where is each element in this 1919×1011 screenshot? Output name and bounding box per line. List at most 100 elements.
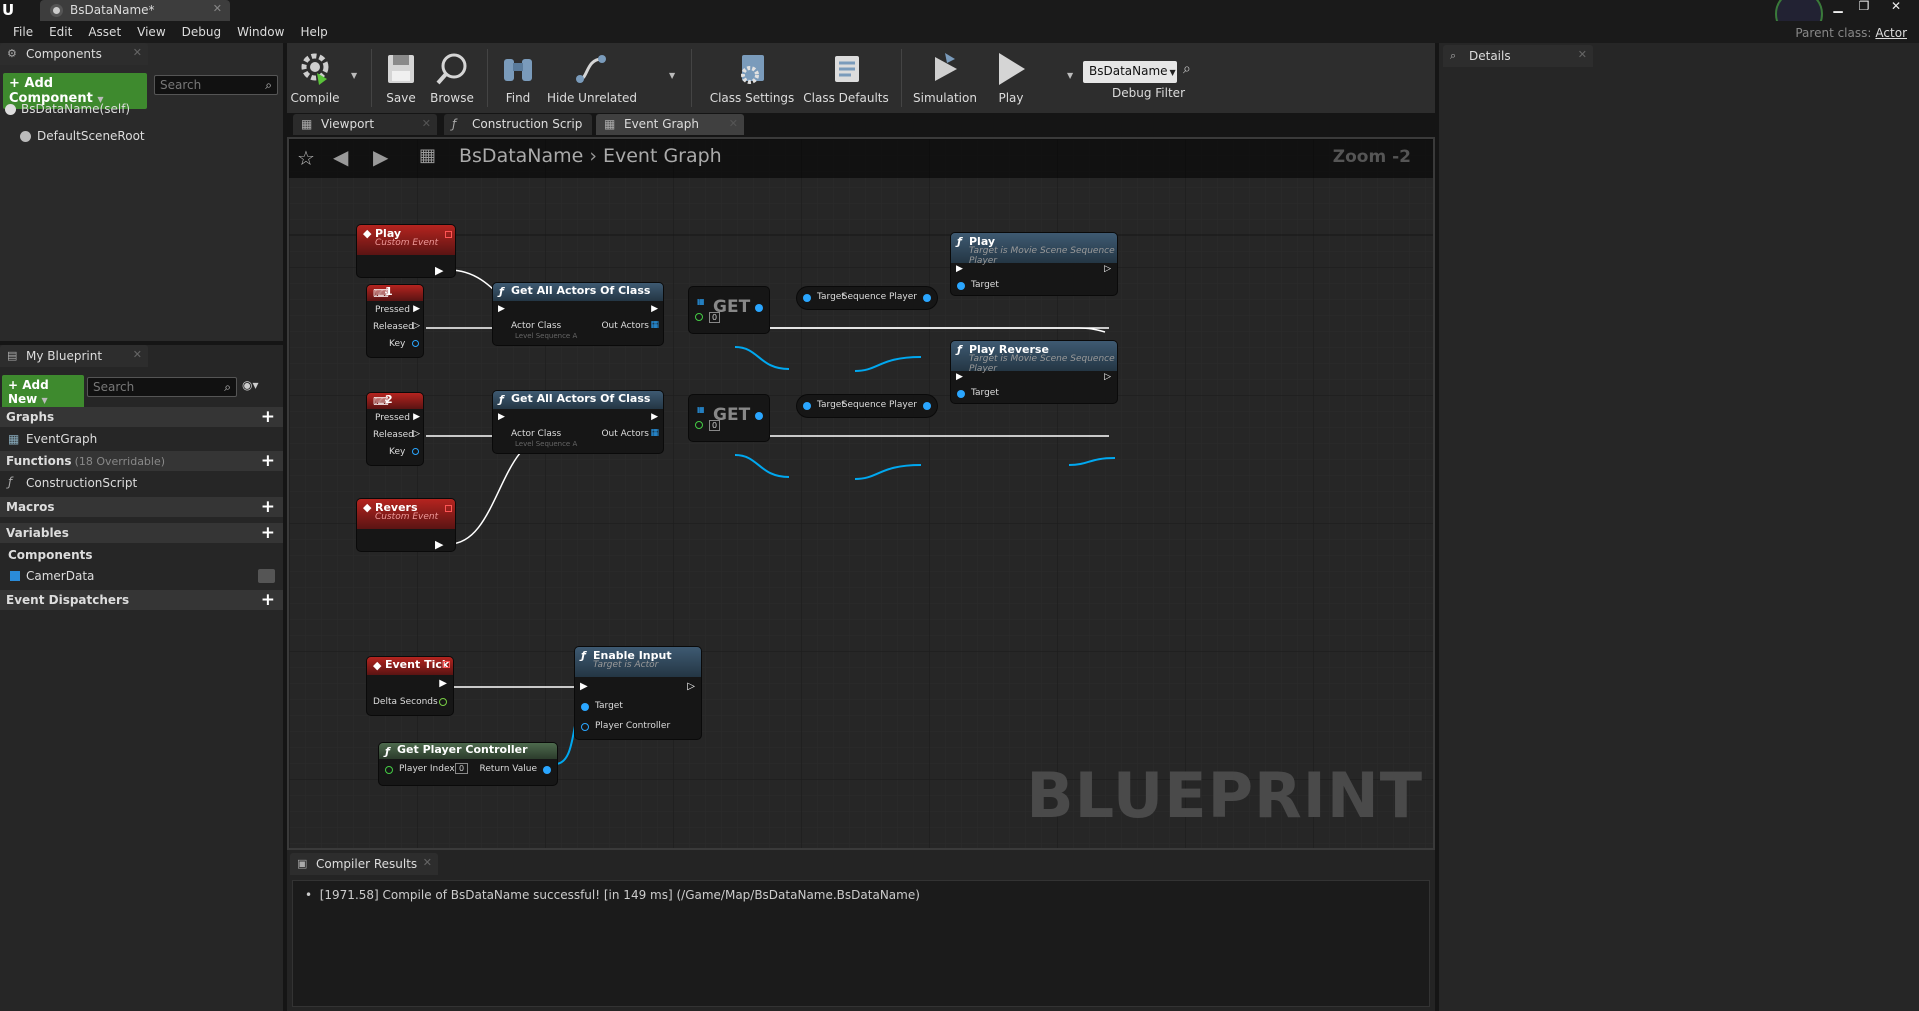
- pin-target[interactable]: Target: [817, 292, 845, 302]
- menu-help[interactable]: Help: [293, 21, 336, 43]
- array-pin-icon[interactable]: ▦: [650, 428, 659, 438]
- tab-construction-script[interactable]: ƒ Construction Scrip: [444, 114, 592, 135]
- browse-button[interactable]: Browse: [425, 43, 479, 113]
- node-key-1[interactable]: ⌨ 1 Pressed Released Key ▶ ▷: [367, 285, 423, 357]
- exec-out-pin[interactable]: ▷: [413, 321, 420, 331]
- exec-out-pin[interactable]: ▷: [1104, 372, 1111, 382]
- node-play-custom-event[interactable]: ◆ Play Custom Event ▶: [357, 225, 455, 277]
- section-variables[interactable]: Variables +: [0, 523, 283, 543]
- pin-player-controller[interactable]: Player Controller: [595, 721, 670, 731]
- compile-button[interactable]: Compile: [289, 43, 341, 113]
- graph-item-eventgraph[interactable]: ▦ EventGraph: [0, 429, 283, 449]
- index-input[interactable]: 0: [709, 420, 721, 431]
- play-button[interactable]: Play: [987, 43, 1035, 113]
- close-icon[interactable]: ✕: [729, 117, 738, 130]
- event-graph-canvas[interactable]: ☆ ◀ ▶ ▦ BsDataName › Event Graph Zoom -2 B…: [287, 137, 1435, 850]
- exec-out-pin[interactable]: ▷: [1104, 264, 1111, 274]
- pin-key[interactable]: Key: [389, 339, 405, 349]
- sequence-player-pin-icon[interactable]: [923, 402, 931, 410]
- close-icon[interactable]: ✕: [1578, 48, 1587, 61]
- node-get-sequence-player-2[interactable]: Target Sequence Player: [797, 395, 937, 417]
- pin-pressed[interactable]: Pressed: [375, 305, 410, 315]
- exec-in-pin[interactable]: ▶: [956, 264, 963, 274]
- pin-target[interactable]: Target: [595, 701, 623, 711]
- target-pin-icon[interactable]: [581, 703, 589, 711]
- node-revers-custom-event[interactable]: ◆ Revers Custom Event ▶: [357, 499, 455, 551]
- player-controller-pin-icon[interactable]: [581, 723, 589, 731]
- pin-target[interactable]: Target: [971, 280, 999, 290]
- pin-sequence-player[interactable]: Sequence Player: [842, 292, 917, 302]
- pin-target[interactable]: Target: [971, 388, 999, 398]
- exec-out-pin[interactable]: ▶: [439, 678, 447, 689]
- array-pin-icon[interactable]: ▦: [697, 405, 705, 414]
- exec-out-pin[interactable]: ▶: [651, 412, 658, 422]
- target-pin-icon[interactable]: [957, 282, 965, 290]
- components-search-input[interactable]: Search ⌕: [154, 75, 278, 95]
- add-variable-icon[interactable]: +: [261, 523, 275, 543]
- target-pin-icon[interactable]: [803, 294, 811, 302]
- index-pin-icon[interactable]: [695, 313, 703, 321]
- node-get-player-controller[interactable]: ƒ Get Player Controller Player Index 0 Re…: [379, 743, 557, 785]
- my-blueprint-tab[interactable]: ▤ My Blueprint ✕: [0, 345, 148, 367]
- eye-filter-icon[interactable]: ◉▾: [242, 378, 259, 392]
- compile-options-chevron-icon[interactable]: ▼: [351, 71, 357, 80]
- simulation-button[interactable]: Simulation: [909, 43, 981, 113]
- pin-released[interactable]: Released: [373, 322, 414, 332]
- variable-item-camerdata[interactable]: CamerData: [0, 566, 283, 586]
- menu-view[interactable]: View: [130, 21, 174, 43]
- save-button[interactable]: Save: [381, 43, 421, 113]
- exec-in-pin[interactable]: ▶: [580, 681, 588, 692]
- int-pin-icon[interactable]: [385, 766, 393, 774]
- details-tab[interactable]: ⌕ Details ✕: [1443, 45, 1593, 67]
- exec-in-pin[interactable]: ▶: [956, 372, 963, 382]
- add-graph-icon[interactable]: +: [261, 407, 275, 427]
- close-icon[interactable]: ✕: [213, 2, 222, 15]
- sequence-player-pin-icon[interactable]: [923, 294, 931, 302]
- pin-target[interactable]: Target: [817, 400, 845, 410]
- close-window-icon[interactable]: ✕: [1884, 0, 1908, 14]
- close-icon[interactable]: ✕: [422, 117, 431, 130]
- node-play-function[interactable]: ƒ Play Target is Movie Scene Sequence Play…: [951, 233, 1117, 295]
- tree-item-default-scene-root[interactable]: DefaultSceneRoot: [16, 126, 283, 147]
- variables-components-category[interactable]: Components: [0, 545, 283, 565]
- exec-out-pin[interactable]: ▶: [413, 304, 420, 314]
- index-pin-icon[interactable]: [695, 421, 703, 429]
- class-defaults-button[interactable]: Class Defaults: [801, 43, 891, 113]
- node-get-sequence-player-1[interactable]: Target Sequence Player: [797, 287, 937, 309]
- pin-return-value[interactable]: Return Value: [480, 764, 537, 774]
- pin-sequence-player[interactable]: Sequence Player: [842, 400, 917, 410]
- close-icon[interactable]: ✕: [133, 46, 142, 59]
- exec-out-pin[interactable]: ▶: [651, 304, 658, 314]
- menu-edit[interactable]: Edit: [42, 21, 81, 43]
- actor-class-select[interactable]: Level Sequence A: [515, 332, 577, 340]
- player-index-input[interactable]: 0: [455, 763, 469, 774]
- exec-in-pin[interactable]: ▶: [498, 412, 505, 422]
- node-get-array-2[interactable]: GET ▦ 0: [689, 395, 769, 441]
- exec-out-pin[interactable]: ▷: [413, 429, 420, 439]
- pin-delta-seconds[interactable]: Delta Seconds: [373, 697, 438, 707]
- compiler-results-tab[interactable]: ▣ Compiler Results ✕: [290, 853, 438, 875]
- hide-unrelated-button[interactable]: Hide Unrelated: [545, 43, 639, 113]
- pin-out-actors[interactable]: Out Actors: [601, 321, 649, 331]
- item-out-pin[interactable]: [755, 304, 763, 312]
- exec-out-pin[interactable]: ▷: [687, 681, 695, 692]
- document-tab[interactable]: BsDataName* ✕: [40, 0, 230, 21]
- pin-released[interactable]: Released: [373, 430, 414, 440]
- return-pin-icon[interactable]: [543, 766, 551, 774]
- exec-out-pin[interactable]: ▶: [413, 412, 420, 422]
- pin-pressed[interactable]: Pressed: [375, 413, 410, 423]
- delegate-pin-icon[interactable]: [445, 231, 452, 238]
- menu-debug[interactable]: Debug: [175, 21, 230, 43]
- node-get-array-1[interactable]: GET ▦ 0: [689, 287, 769, 333]
- array-pin-icon[interactable]: ▦: [650, 320, 659, 330]
- pin-actor-class[interactable]: Actor Class: [511, 429, 561, 439]
- target-pin-icon[interactable]: [803, 402, 811, 410]
- debug-object-select[interactable]: BsDataName ▼: [1083, 61, 1177, 83]
- breadcrumb-root[interactable]: BsDataName: [459, 145, 583, 167]
- target-pin-icon[interactable]: [957, 390, 965, 398]
- exec-out-pin[interactable]: ▶: [435, 538, 443, 551]
- item-out-pin[interactable]: [755, 412, 763, 420]
- restore-icon[interactable]: ❐: [1852, 0, 1876, 14]
- menu-window[interactable]: Window: [230, 21, 293, 43]
- node-event-tick[interactable]: ◆ Event Tick ▶ Delta Seconds: [367, 657, 453, 715]
